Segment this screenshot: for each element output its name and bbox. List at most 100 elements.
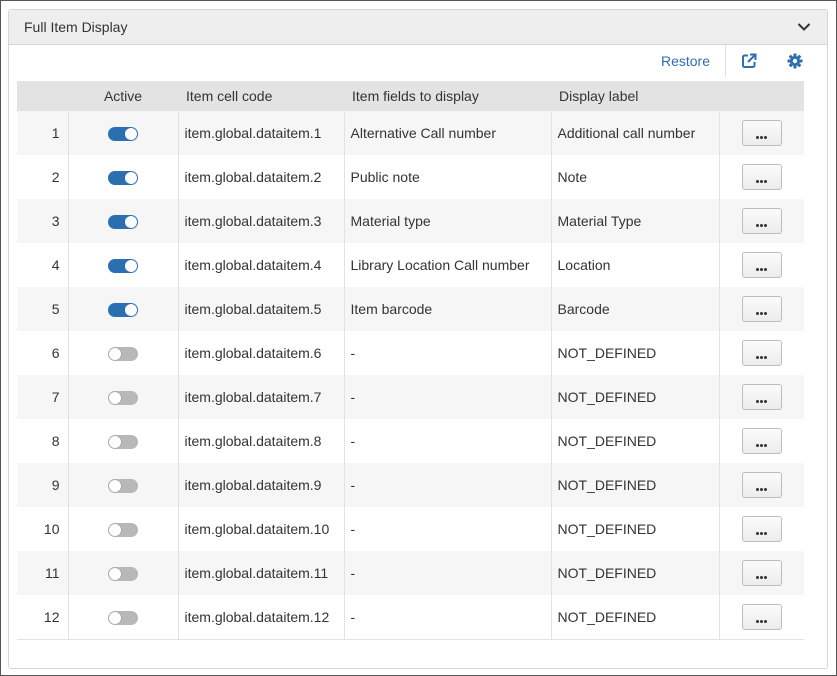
- active-cell: [67, 507, 178, 551]
- item-field: -: [343, 507, 551, 551]
- table-row: 6 item.global.dataitem.6- NOT_DEFINED: [17, 331, 804, 375]
- ellipsis-icon: [743, 440, 781, 447]
- display-label: NOT_DEFINED: [550, 375, 719, 419]
- column-header-display-label[interactable]: Display label: [551, 81, 719, 111]
- row-actions-cell: [718, 595, 804, 640]
- column-header-item-cell-code[interactable]: Item cell code: [178, 81, 344, 111]
- active-cell: [67, 287, 178, 331]
- display-label: NOT_DEFINED: [550, 331, 719, 375]
- row-actions-cell: [718, 111, 804, 155]
- row-number: 6: [51, 345, 60, 361]
- ellipsis-icon: [743, 264, 781, 271]
- row-actions-button[interactable]: [741, 208, 782, 234]
- row-actions-button[interactable]: [741, 560, 782, 586]
- toggle-knob: [125, 128, 137, 141]
- external-link-icon[interactable]: [726, 45, 772, 77]
- row-actions-button[interactable]: [741, 296, 782, 322]
- active-toggle[interactable]: [108, 435, 138, 450]
- ellipsis-icon: [743, 176, 781, 183]
- table-row: 8 item.global.dataitem.8- NOT_DEFINED: [17, 419, 804, 463]
- ellipsis-icon: [743, 616, 781, 623]
- table-row: 10 item.global.dataitem.10- NOT_DEFINED: [17, 507, 804, 551]
- display-label: NOT_DEFINED: [550, 551, 719, 595]
- row-actions-button[interactable]: [741, 472, 782, 498]
- row-number: 11: [44, 565, 60, 581]
- active-cell: [67, 111, 178, 155]
- display-label: NOT_DEFINED: [550, 595, 719, 640]
- row-actions-cell: [718, 331, 804, 375]
- ellipsis-icon: [743, 352, 781, 359]
- active-cell: [67, 155, 178, 199]
- active-toggle[interactable]: [108, 479, 138, 494]
- item-cell-code: item.global.dataitem.5: [177, 287, 344, 331]
- toggle-knob: [125, 172, 137, 185]
- row-number: 4: [51, 257, 60, 273]
- row-actions-button[interactable]: [741, 516, 782, 542]
- item-cell-code: item.global.dataitem.10: [177, 507, 344, 551]
- item-field: -: [343, 331, 551, 375]
- toggle-knob: [109, 568, 121, 581]
- item-field: Material type: [343, 199, 551, 243]
- ellipsis-icon: [743, 396, 781, 403]
- row-actions-cell: [718, 287, 804, 331]
- active-toggle[interactable]: [108, 523, 138, 538]
- display-label: Barcode: [550, 287, 719, 331]
- item-field: -: [343, 375, 551, 419]
- table-row: 12 item.global.dataitem.12- NOT_DEFINED: [17, 595, 804, 640]
- ellipsis-icon: [743, 484, 781, 491]
- item-field: Public note: [343, 155, 551, 199]
- row-actions-button[interactable]: [741, 252, 782, 278]
- active-cell: [67, 551, 178, 595]
- row-actions-button[interactable]: [741, 384, 782, 410]
- chevron-down-icon[interactable]: [796, 19, 812, 35]
- active-toggle[interactable]: [108, 259, 138, 274]
- table-row: 1 item.global.dataitem.1 Alternative Call …: [17, 111, 804, 155]
- row-number: 8: [51, 433, 60, 449]
- display-label: NOT_DEFINED: [550, 463, 719, 507]
- column-header-item-fields[interactable]: Item fields to display: [344, 81, 551, 111]
- table-row: 2 item.global.dataitem.2 Public note Note: [17, 155, 804, 199]
- row-actions-cell: [718, 463, 804, 507]
- row-number: 10: [43, 521, 60, 537]
- row-actions-button[interactable]: [741, 428, 782, 454]
- row-actions-button[interactable]: [741, 164, 782, 190]
- active-cell: [67, 331, 178, 375]
- row-actions-button[interactable]: [741, 340, 782, 366]
- item-field: Alternative Call number: [343, 111, 551, 155]
- active-toggle[interactable]: [108, 347, 138, 362]
- active-toggle[interactable]: [108, 171, 138, 186]
- ellipsis-icon: [743, 220, 781, 227]
- column-header-active[interactable]: Active: [68, 81, 178, 111]
- active-toggle[interactable]: [108, 303, 138, 318]
- gear-icon[interactable]: [772, 45, 818, 77]
- active-cell: [67, 595, 178, 640]
- row-number: 3: [51, 213, 60, 229]
- toggle-knob: [125, 260, 137, 273]
- row-number: 9: [51, 477, 60, 493]
- active-toggle[interactable]: [108, 127, 138, 142]
- toggle-knob: [109, 436, 121, 449]
- item-cell-code: item.global.dataitem.7: [177, 375, 344, 419]
- row-number: 5: [51, 301, 60, 317]
- row-actions-button[interactable]: [741, 120, 782, 146]
- restore-link[interactable]: Restore: [661, 45, 726, 77]
- active-toggle[interactable]: [108, 610, 138, 625]
- panel-title: Full Item Display: [24, 19, 128, 35]
- active-toggle[interactable]: [108, 567, 138, 582]
- toggle-knob: [109, 611, 121, 624]
- active-cell: [67, 199, 178, 243]
- toggle-knob: [109, 524, 121, 537]
- active-cell: [67, 463, 178, 507]
- row-number: 12: [17, 595, 68, 640]
- table-row: 9 item.global.dataitem.9- NOT_DEFINED: [17, 463, 804, 507]
- active-toggle[interactable]: [108, 215, 138, 230]
- panel-header[interactable]: Full Item Display: [9, 10, 827, 45]
- display-label: NOT_DEFINED: [550, 507, 719, 551]
- item-display-table: Active Item cell code Item fields to dis…: [17, 81, 804, 640]
- item-field: -: [343, 595, 551, 640]
- active-cell: [67, 243, 178, 287]
- row-number: 7: [51, 389, 60, 405]
- row-actions-button[interactable]: [741, 603, 782, 630]
- active-toggle[interactable]: [108, 391, 138, 406]
- item-field: Item barcode: [343, 287, 551, 331]
